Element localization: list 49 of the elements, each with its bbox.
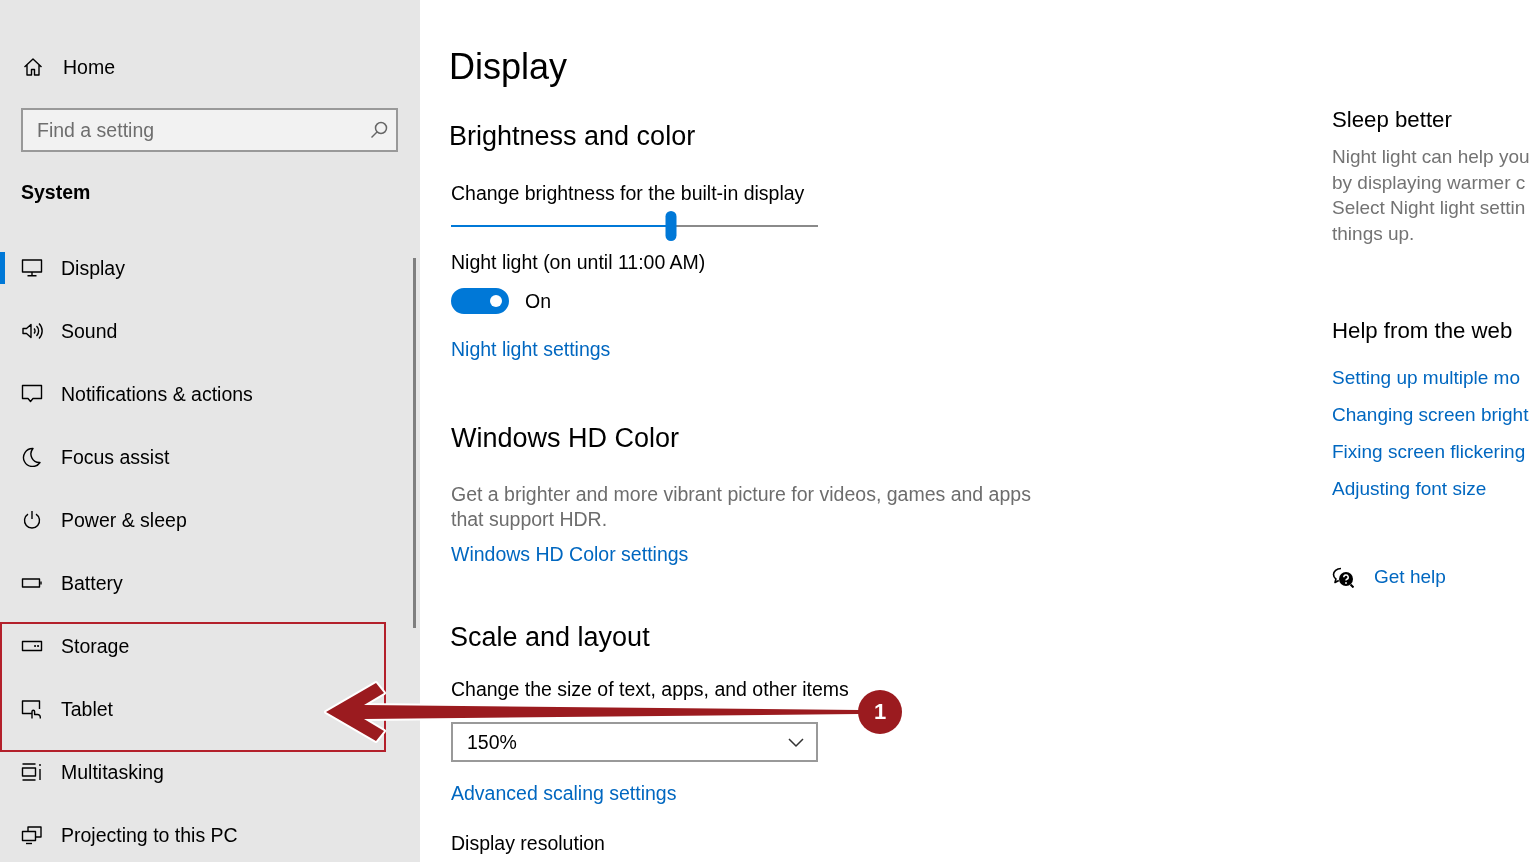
moon-icon	[21, 447, 43, 467]
hd-color-settings-link[interactable]: Windows HD Color settings	[451, 541, 689, 567]
speaker-icon	[21, 321, 43, 341]
tablet-hand-icon	[21, 699, 43, 719]
search-field[interactable]: Find a setting	[21, 108, 398, 152]
power-icon	[21, 510, 43, 530]
section-heading: System	[21, 180, 91, 205]
aside-heading: Help from the web	[1332, 317, 1513, 344]
section-heading: Scale and layout	[450, 621, 650, 654]
scrollbar-thumb[interactable]	[413, 258, 416, 628]
section-description: Get a brighter and more vibrant picture for videos, games and apps that support HDR.	[451, 482, 1032, 532]
nav-item[interactable]: Storage	[0, 628, 130, 664]
night-light-settings-link[interactable]: Night light settings	[451, 336, 611, 362]
help-link[interactable]: Changing screen bright	[1332, 401, 1529, 428]
chevron-down-icon	[788, 737, 804, 747]
nav-item[interactable]: Projecting to this PC	[0, 817, 238, 853]
night-light-toggle[interactable]	[451, 288, 509, 314]
scale-dropdown[interactable]: 150%	[451, 722, 818, 762]
toggle-state-text: On	[525, 289, 551, 314]
section-heading: Brightness and color	[449, 120, 696, 153]
help-link[interactable]: Adjusting font size	[1332, 475, 1487, 502]
nav-item[interactable]: Sound	[0, 313, 118, 349]
help-link[interactable]: Fixing screen flickering	[1332, 438, 1526, 465]
setting-label: Change brightness for the built-in display	[451, 181, 805, 206]
nav-item[interactable]: Multitasking	[0, 754, 164, 790]
section-heading: Windows HD Color	[451, 422, 680, 455]
nav-item[interactable]: Notifications & actions	[0, 376, 253, 412]
setting-label: Display resolution	[451, 831, 605, 856]
help-link[interactable]: Setting up multiple mo	[1332, 364, 1520, 391]
get-help-link[interactable]: Get help	[1374, 563, 1446, 590]
nav-item[interactable]: Battery	[0, 565, 123, 601]
stacked-windows-icon	[21, 762, 43, 782]
monitors-icon	[21, 825, 43, 845]
advanced-scaling-link[interactable]: Advanced scaling settings	[451, 780, 677, 806]
aside-heading: Sleep better	[1332, 107, 1452, 133]
page-title: Display	[449, 45, 568, 89]
nav-item[interactable]: Focus assist	[0, 439, 170, 475]
nav-item[interactable]: Tablet	[0, 691, 114, 727]
setting-label: Change the size of text, apps, and other items	[451, 677, 849, 702]
slider-thumb[interactable]	[665, 211, 677, 241]
nav-item[interactable]: Power & sleep	[0, 502, 187, 538]
speech-bubble-icon	[21, 384, 43, 404]
sleep-tip-text: Night light can help you by displaying warmer c Select Night light settin things up.	[1332, 145, 1530, 247]
home-nav-item[interactable]: Home	[23, 54, 116, 80]
setting-label: Night light (on until 11:00 AM)	[451, 250, 706, 275]
home-icon	[23, 57, 43, 77]
monitor-icon	[21, 258, 43, 278]
search-icon	[370, 121, 388, 139]
nav-item[interactable]: Display	[0, 250, 125, 286]
